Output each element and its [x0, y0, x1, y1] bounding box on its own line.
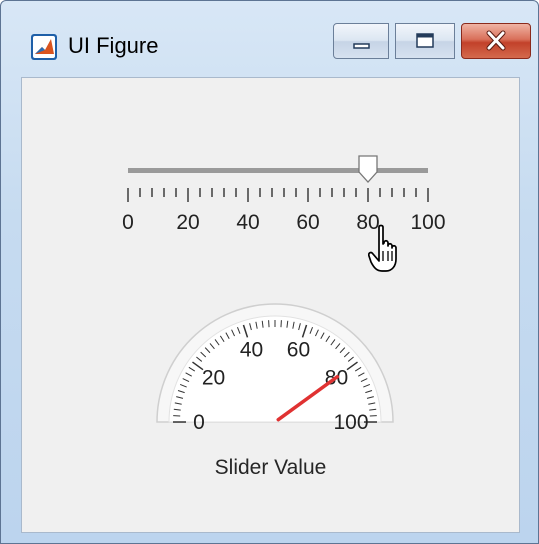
figure-panel: 0 20 40 60 80 100 0 20 40 60 80 100 Slider Value — [21, 77, 520, 533]
gauge-tick-label: 0 — [193, 411, 205, 434]
maximize-button[interactable] — [395, 23, 455, 59]
close-icon — [486, 30, 506, 51]
minimize-icon — [353, 43, 370, 49]
semicircular-gauge: 02040 6080100 — [156, 303, 394, 434]
gauge-tick-label: 40 — [240, 339, 263, 362]
minimize-button[interactable] — [333, 23, 389, 59]
matlab-icon — [31, 34, 57, 60]
close-button[interactable] — [461, 23, 531, 59]
gauge-tick-label: 20 — [202, 366, 225, 389]
app-window: UI Figure 0 20 40 60 80 100 0 20 40 60 8… — [0, 0, 539, 544]
title-bar[interactable]: UI Figure — [1, 1, 538, 77]
gauge-tick-label: 100 — [333, 411, 368, 434]
window-title: UI Figure — [68, 33, 159, 58]
hand-pointer-icon — [368, 224, 397, 272]
gauge-label: Slider Value — [214, 456, 327, 479]
maximize-icon — [416, 33, 434, 48]
gauge-tick-label: 60 — [287, 339, 310, 362]
